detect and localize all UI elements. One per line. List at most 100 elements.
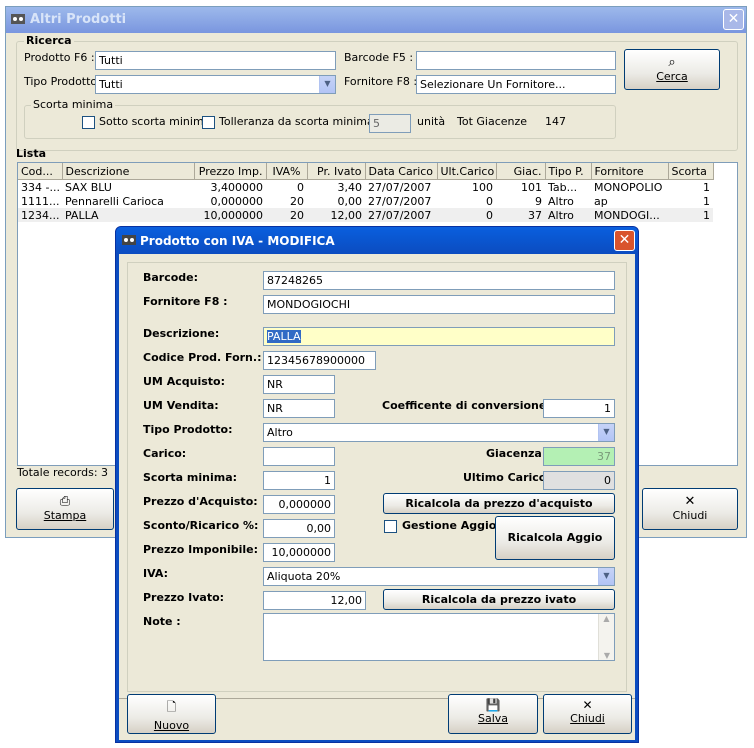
note-scrollbar[interactable]: ▲ ▼ [598,614,614,660]
totale-records: Totale records: 3 [17,466,109,479]
stampa-button[interactable]: ⎙ Stampa [16,488,114,530]
lista-label: Lista [16,147,47,160]
new-document-icon: 🗋 [166,700,177,714]
um-vendita-field[interactable]: NR [263,399,335,418]
iva-label: IVA: [143,567,168,580]
main-close-button[interactable]: ✕ [723,9,744,30]
coeff-label: Coefficente di conversione: [382,399,551,412]
dialog-body: Barcode: 87248265 Fornitore F8 : MONDOGI… [119,254,635,740]
dialog-chiudi-button[interactable]: ✕ Chiudi [543,694,632,734]
tipo-label: Tipo Prodotto: [143,423,233,436]
col-header[interactable]: Prezzo Imp. [194,163,267,180]
table-row[interactable]: 1111... Pennarelli Carioca 0,000000 20 0… [18,194,713,208]
tipo-select[interactable]: Altro ▼ [263,423,615,442]
main-chiudi-label: Chiudi [672,509,708,522]
tot-giacenze-label: Tot Giacenze [457,115,528,128]
ricalcola-ivato-button[interactable]: Ricalcola da prezzo ivato [383,589,615,610]
ricalcola-aggio-label: Ricalcola Aggio [507,531,603,544]
sconto-field[interactable]: 0,00 [263,519,335,538]
salva-button[interactable]: 💾 Salva [448,694,538,734]
dialog-close-button[interactable]: ✕ [614,230,635,251]
um-vendita-label: UM Vendita: [143,399,219,412]
col-header[interactable]: Fornitore [591,163,669,180]
descrizione-field[interactable]: PALLA [263,327,615,346]
table-cell: 101 [521,180,542,194]
gestione-aggio-label: Gestione Aggio [402,519,497,532]
barcode-search-field[interactable] [416,51,616,70]
table-cell: 20 [290,194,304,208]
table-cell: 3,40 [337,180,363,194]
table-row[interactable]: 334 -... SAX BLU 3,400000 0 3,40 27/07/2… [18,180,713,195]
scorta-field[interactable]: 1 [263,471,335,490]
prezzo-acq-label: Prezzo d'Acquisto: [143,495,258,508]
stampa-label: Stampa [43,509,87,522]
dialog-title: Prodotto con IVA - MODIFICA [140,234,335,248]
cerca-button[interactable]: ⌕ Cerca [624,49,720,90]
table-row[interactable]: 1234... PALLA 10,000000 20 12,00 27/07/2… [18,208,713,222]
col-header[interactable]: Ult.Carico [437,163,497,180]
unita-label: unità [417,115,446,128]
gestione-aggio-checkbox[interactable] [384,520,397,533]
prezzo-ivato-field[interactable]: 12,00 [263,591,366,610]
table-cell: 1 [703,194,710,208]
chevron-down-icon[interactable]: ▼ [319,76,335,93]
sotto-scorta-label: Sotto scorta minima [99,115,211,128]
iva-value: Aliquota 20% [267,570,341,583]
prezzo-imp-field[interactable]: 10,000000 [263,543,335,562]
tipo-search-value: Tutti [99,78,123,91]
tolleranza-checkbox[interactable] [202,116,215,129]
ricalcola-aggio-button[interactable]: Ricalcola Aggio [495,516,615,560]
col-header[interactable]: Data Carico [365,163,438,180]
table-cell: 9 [535,194,542,208]
ricalcola-ivato-label: Ricalcola da prezzo ivato [421,593,577,606]
iva-select[interactable]: Aliquota 20% ▼ [263,567,615,586]
product-dialog: Prodotto con IVA - MODIFICA ✕ Barcode: 8… [115,226,639,743]
app-icon [10,11,26,27]
sotto-scorta-checkbox[interactable] [82,116,95,129]
um-acquisto-field[interactable]: NR [263,375,335,394]
note-textarea[interactable] [263,613,615,661]
close-icon: ✕ [582,698,593,712]
table-cell: ap [594,194,608,208]
col-header[interactable]: IVA% [266,163,308,180]
codice-label: Codice Prod. Forn.: [143,351,262,364]
chevron-down-icon[interactable]: ▼ [598,424,614,441]
fornitore-search-label: Fornitore F8 : [344,75,418,88]
main-chiudi-button[interactable]: ✕ Chiudi [642,488,738,530]
col-header[interactable]: Pr. Ivato [307,163,366,180]
sconto-label: Sconto/Ricarico %: [143,519,259,532]
barcode-field[interactable]: 87248265 [263,271,615,290]
dialog-titlebar: Prodotto con IVA - MODIFICA ✕ [116,227,638,254]
codice-field[interactable]: 12345678900000 [263,351,376,370]
scroll-up-icon[interactable]: ▲ [599,614,614,623]
main-title: Altri Prodotti [30,12,127,27]
descrizione-value: PALLA [267,330,301,343]
search-group-label: Ricerca [24,34,74,47]
col-header[interactable]: Giac. [496,163,546,180]
table-cell: 0 [297,180,304,194]
table-cell: 334 -... [21,180,60,194]
table-cell: 0 [486,194,493,208]
tipo-search-select[interactable]: Tutti ▼ [95,75,336,94]
scroll-down-icon[interactable]: ▼ [599,651,615,660]
prodotto-field[interactable]: Tutti [95,51,336,70]
col-header[interactable]: Scorta [668,163,714,180]
nuovo-button[interactable]: 🗋 Nuovo [127,694,216,734]
barcode-search-label: Barcode F5 : [344,51,414,64]
ricalcola-acq-label: Ricalcola da prezzo d'acquisto [405,497,593,510]
prezzo-imp-label: Prezzo Imponibile: [143,543,259,556]
table-cell: Pennarelli Carioca [65,194,164,208]
chevron-down-icon[interactable]: ▼ [598,568,614,585]
coeff-field[interactable]: 1 [543,399,615,418]
ricalcola-acq-button[interactable]: Ricalcola da prezzo d'acquisto [383,493,615,514]
tolleranza-field[interactable]: 5 [369,114,411,133]
prodotto-label: Prodotto F6 : [24,51,95,64]
carico-field[interactable] [263,447,335,466]
fornitore-search-field[interactable]: Selezionare Un Fornitore... [416,75,616,94]
main-titlebar: Altri Prodotti ✕ [6,7,746,33]
fornitore-field[interactable]: MONDOGIOCHI [263,295,615,314]
col-header[interactable]: Tipo P. [545,163,592,180]
col-header[interactable]: Cod... [18,163,63,180]
prezzo-acq-field[interactable]: 0,000000 [263,495,335,514]
col-header[interactable]: Descrizione [62,163,195,180]
